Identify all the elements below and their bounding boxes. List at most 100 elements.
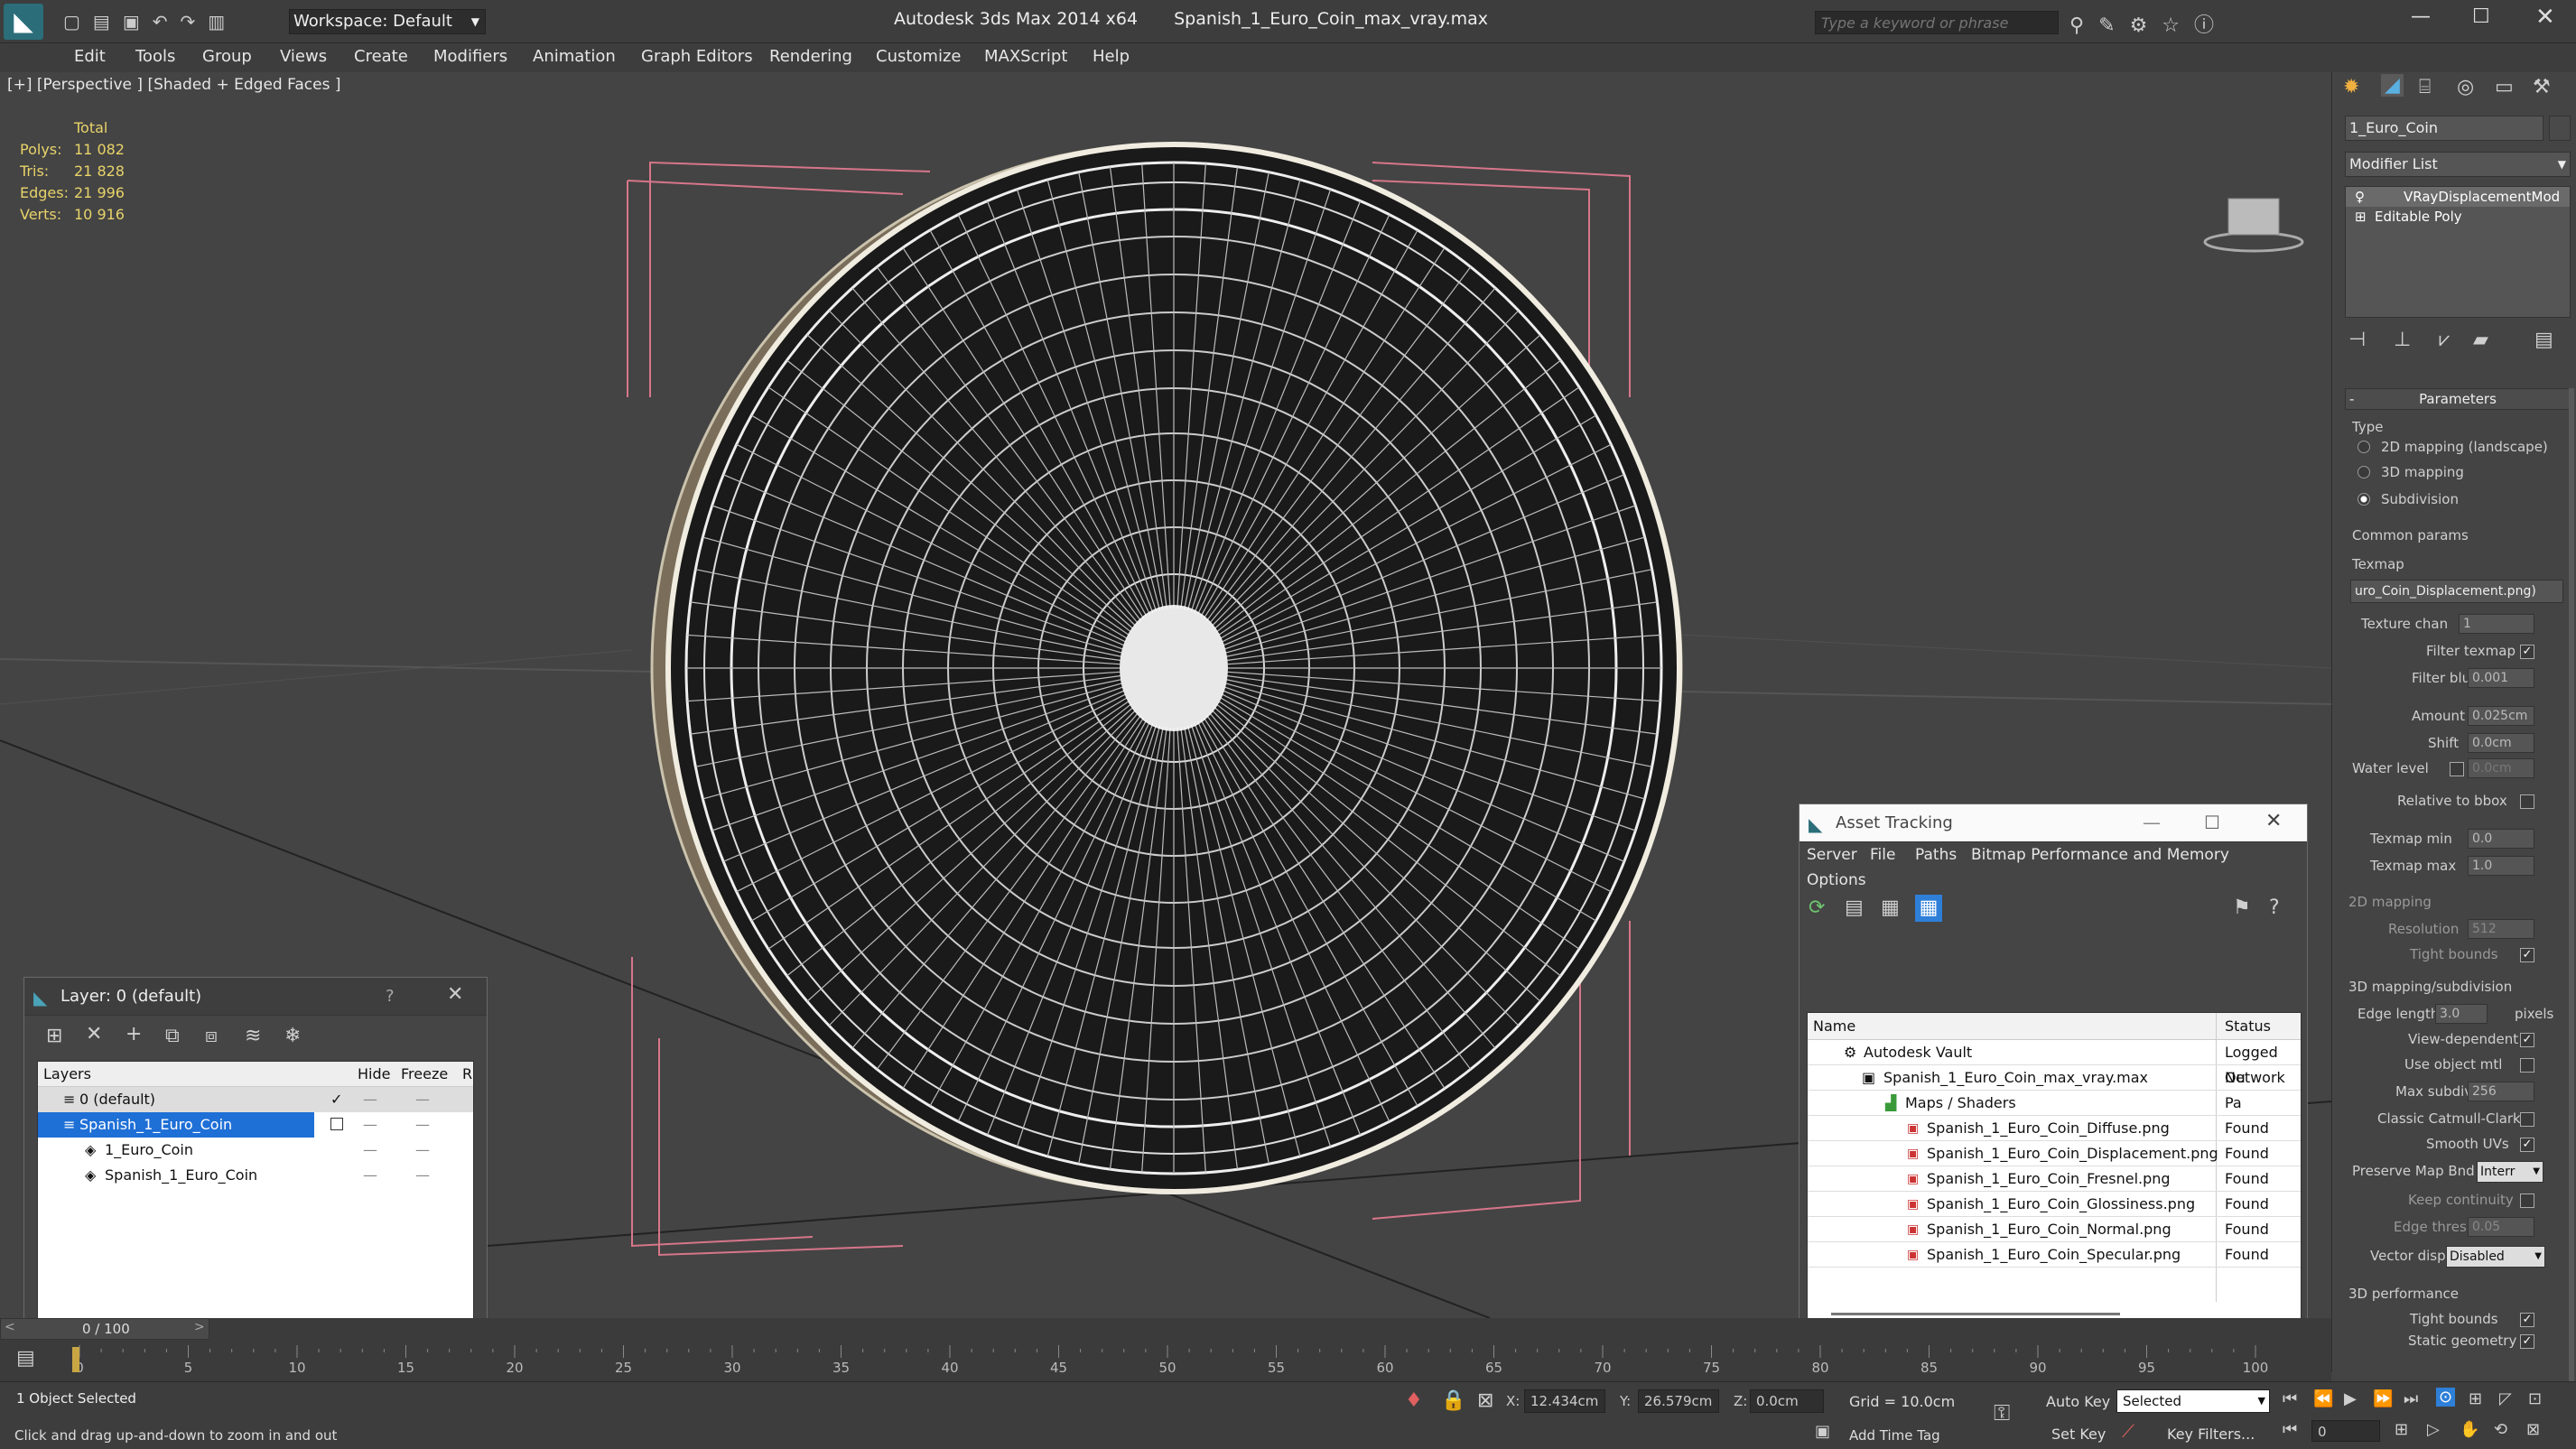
hide-toggle[interactable]: —	[363, 1138, 377, 1163]
hide-toggle[interactable]: —	[363, 1163, 377, 1188]
favorites-star-icon[interactable]: ☆	[2162, 14, 2194, 37]
add-to-layer-icon[interactable]: +	[126, 1023, 142, 1045]
next-frame-icon[interactable]: ⏩	[2373, 1389, 2393, 1408]
prev-frame-icon[interactable]: <	[5, 1320, 15, 1334]
arc-rotate-icon[interactable]: ⟲	[2494, 1420, 2507, 1439]
hierarchy-tab-icon[interactable]: ⌸	[2419, 76, 2431, 98]
tight-bounds-3d-checkbox[interactable]: ✓	[2520, 1313, 2534, 1327]
texture-chan-spinner[interactable]: 1	[2459, 614, 2534, 634]
set-key-icon[interactable]: ⟋	[2122, 1420, 2134, 1442]
menu-graph-editors[interactable]: Graph Editors	[641, 47, 753, 66]
edge-length-spinner[interactable]: 3.0	[2435, 1004, 2488, 1024]
field-of-view-icon[interactable]: ◸	[2499, 1389, 2512, 1408]
col-layers[interactable]: Layers	[43, 1062, 91, 1087]
hide-all-layers-icon[interactable]: ≋	[245, 1025, 261, 1047]
previous-frame-icon[interactable]: ⏪	[2313, 1389, 2333, 1408]
filter-blur-spinner[interactable]: 0.001	[2468, 668, 2534, 688]
horizontal-scrollbar[interactable]	[1831, 1313, 2120, 1315]
close-button[interactable]: ✕	[2535, 4, 2555, 31]
menu-create[interactable]: Create	[354, 47, 408, 66]
hide-toggle[interactable]: —	[363, 1112, 377, 1138]
app-logo-icon[interactable]: ◣	[4, 4, 43, 40]
menu-animation[interactable]: Animation	[533, 47, 616, 66]
asset-row[interactable]: ▣ Spanish_1_Euro_Coin_Displacement.png F…	[1808, 1141, 2301, 1166]
resolution-spinner[interactable]: 512	[2468, 919, 2534, 939]
menu-modifiers[interactable]: Modifiers	[433, 47, 507, 66]
open-file-icon[interactable]: ▤	[93, 11, 123, 33]
redo-icon[interactable]: ↷	[180, 11, 208, 33]
radio-3d-mapping[interactable]	[2357, 466, 2370, 478]
help-icon[interactable]: ⓘ	[2194, 14, 2228, 37]
tight-bounds-checkbox[interactable]: ✓	[2520, 948, 2534, 962]
parameters-header[interactable]: - Parameters	[2345, 388, 2571, 410]
add-time-tag-label[interactable]: Add Time Tag	[1849, 1427, 1940, 1444]
col-render[interactable]: R	[462, 1062, 472, 1087]
col-name[interactable]: Name	[1813, 1013, 1855, 1040]
selection-lock-icon[interactable]: 🔒	[1441, 1389, 1465, 1412]
orbit-icon[interactable]: ▷	[2427, 1420, 2440, 1439]
asset-row[interactable]: ▣ Spanish_1_Euro_Coin_Fresnel.png Found	[1808, 1166, 2301, 1192]
filter-texmap-checkbox[interactable]: ✓	[2520, 645, 2534, 659]
freeze-toggle[interactable]: —	[415, 1112, 430, 1138]
current-frame-field[interactable]: 0	[2311, 1420, 2380, 1442]
layer-row[interactable]: ◈ Spanish_1_Euro_Coin — —	[38, 1163, 473, 1188]
vector-displ-dropdown[interactable]: Disabled ▼	[2446, 1246, 2545, 1268]
expand-icon[interactable]: ⊞	[2355, 207, 2367, 227]
freeze-all-layers-icon[interactable]: ❄	[284, 1025, 301, 1047]
time-config-icon[interactable]: ⊞	[2395, 1420, 2408, 1439]
go-to-end-icon[interactable]: ⏭	[2404, 1389, 2418, 1408]
shift-spinner[interactable]: 0.0cm	[2468, 733, 2534, 753]
edge-thresh-spinner[interactable]: 0.05	[2468, 1217, 2534, 1237]
view-dependent-checkbox[interactable]: ✓	[2520, 1033, 2534, 1047]
key-selection-dropdown[interactable]: Selected ▼	[2116, 1389, 2270, 1413]
freeze-toggle[interactable]: —	[415, 1163, 430, 1188]
minimize-button[interactable]: —	[2411, 5, 2431, 28]
tree-view-icon[interactable]: ▦	[1881, 896, 1900, 919]
display-tab-icon[interactable]: ▭	[2495, 76, 2514, 98]
smooth-uvs-checkbox[interactable]: ✓	[2520, 1138, 2534, 1152]
pin-stack-icon[interactable]: ⊣	[2348, 329, 2366, 351]
asset-row[interactable]: ⚙ Autodesk Vault Logged Ou	[1808, 1040, 2301, 1086]
asset-row[interactable]: ▣ Spanish_1_Euro_Coin_Diffuse.png Found	[1808, 1116, 2301, 1141]
asset-row[interactable]: ▣ Spanish_1_Euro_Coin_Specular.png Found	[1808, 1242, 2301, 1268]
time-ruler[interactable]: 0 5 10 15 20 25 30 35 40 45 50 55 60 65 70 75 80 85 90 95 10…	[72, 1345, 2279, 1378]
help-icon[interactable]: ?	[2269, 896, 2280, 919]
set-key-button[interactable]: Set Key	[2051, 1426, 2106, 1443]
zoom-all-icon[interactable]: ⊞	[2469, 1389, 2482, 1408]
active-check-icon[interactable]: ✓	[330, 1087, 342, 1112]
next-frame-icon[interactable]: >	[194, 1320, 205, 1334]
motion-tab-icon[interactable]: ◎	[2457, 76, 2474, 98]
asset-row[interactable]: ▣ Spanish_1_Euro_Coin_Glossiness.png Fou…	[1808, 1192, 2301, 1217]
key-icon[interactable]: ✎	[2098, 14, 2129, 37]
new-file-icon[interactable]: ▢	[63, 11, 93, 33]
asset-row[interactable]: ▣ Spanish_1_Euro_Coin_Normal.png Found	[1808, 1217, 2301, 1242]
menu-edit[interactable]: Edit	[74, 47, 106, 66]
mini-curve-editor-icon[interactable]: ▤	[16, 1347, 35, 1370]
show-end-result-icon[interactable]: ⊥	[2394, 329, 2411, 351]
menu-help[interactable]: Help	[1093, 47, 1130, 66]
workspace-dropdown[interactable]: Workspace: Default ▼	[289, 9, 486, 34]
select-objects-icon[interactable]: ⧉	[165, 1025, 180, 1047]
menu-views[interactable]: Views	[280, 47, 327, 66]
menu-server[interactable]: Server	[1807, 846, 1857, 864]
stack-item-editable-poly[interactable]: ⊞ Editable Poly	[2346, 207, 2570, 227]
configure-sets-icon[interactable]: ▤	[2534, 329, 2553, 351]
amount-spinner[interactable]: 0.025cm	[2468, 706, 2534, 726]
keep-continuity-checkbox[interactable]	[2520, 1194, 2534, 1208]
menu-rendering[interactable]: Rendering	[769, 47, 852, 66]
table-view-icon[interactable]: ▦	[1915, 895, 1942, 922]
object-color-swatch[interactable]	[2549, 116, 2571, 141]
binoculars-icon[interactable]: ⚲	[2069, 14, 2098, 37]
maximize-button[interactable]: ☐	[2472, 5, 2490, 28]
menu-tools[interactable]: Tools	[135, 47, 175, 66]
x-coordinate-field[interactable]: 12.434cm	[1524, 1389, 1605, 1413]
modify-tab-icon[interactable]: ◢	[2381, 74, 2404, 97]
light-bulb-icon[interactable]: ♀	[2355, 187, 2365, 207]
menu-options[interactable]: Options	[1807, 871, 1866, 889]
project-folder-icon[interactable]: ▥	[208, 11, 237, 33]
layer-row[interactable]: ≡ 0 (default) ✓ — —	[38, 1087, 473, 1112]
active-checkbox[interactable]	[330, 1118, 343, 1130]
minimize-icon[interactable]: —	[2143, 812, 2161, 833]
classic-catmull-checkbox[interactable]	[2520, 1112, 2534, 1127]
time-slider[interactable]: < 0 / 100 >	[0, 1318, 209, 1340]
